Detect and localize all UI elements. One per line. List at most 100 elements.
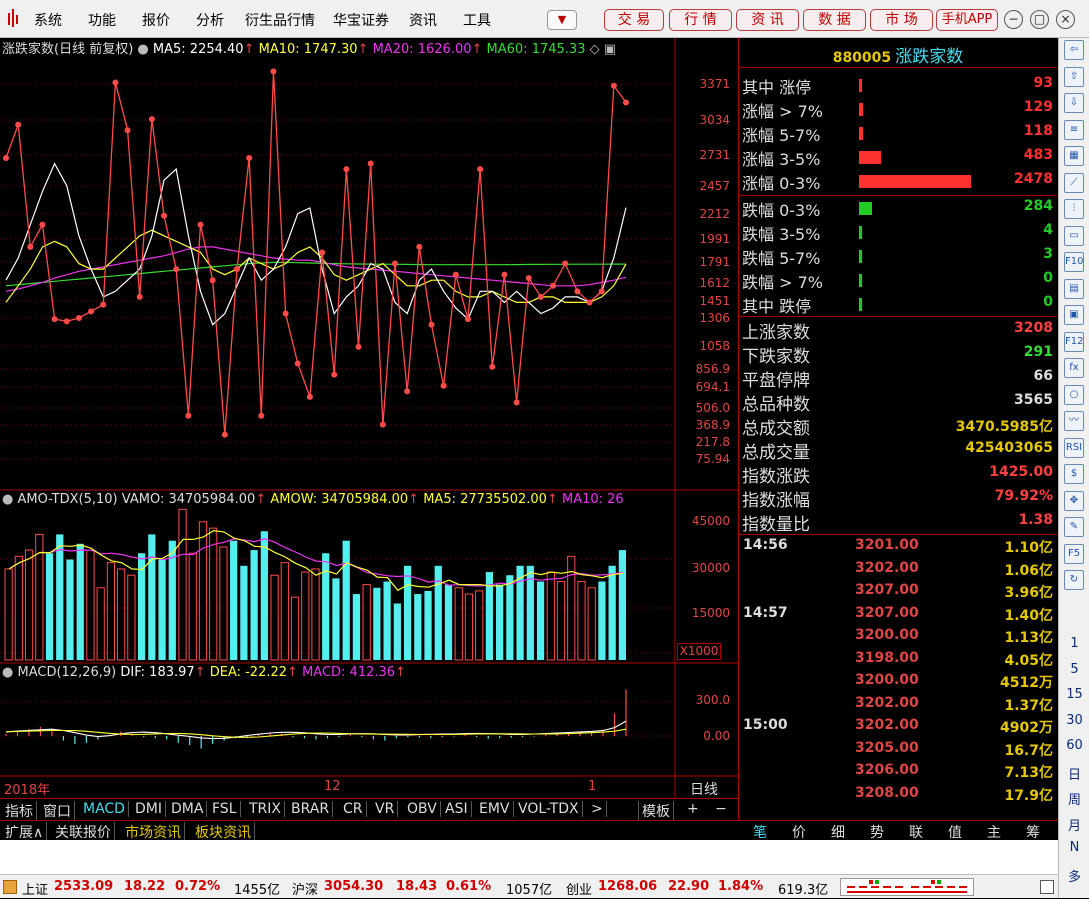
grid-icon[interactable]: ▦ bbox=[1064, 146, 1084, 166]
period-button[interactable]: 60 bbox=[1059, 738, 1089, 753]
tab-expand[interactable]: 扩展∧ bbox=[2, 822, 48, 842]
tick-price: 3200.00 bbox=[855, 627, 919, 643]
menu-tools[interactable]: 工具 bbox=[463, 10, 491, 30]
window-icon[interactable]: ▭ bbox=[1064, 225, 1084, 246]
stat-row: 总品种数 3565 bbox=[739, 390, 1057, 415]
line-chart-icon[interactable]: ⟋ bbox=[1064, 172, 1084, 193]
toggle-square-icon[interactable]: ▣ bbox=[604, 42, 616, 57]
settings-circle-icon[interactable]: ● bbox=[2, 665, 13, 680]
period-button[interactable]: 15 bbox=[1059, 687, 1089, 702]
tab-vr[interactable]: VR bbox=[372, 801, 399, 817]
tab-cr[interactable]: CR bbox=[340, 801, 367, 817]
fx-icon[interactable]: fx bbox=[1064, 358, 1084, 378]
tab-fsl[interactable]: FSL bbox=[209, 801, 241, 817]
dollar-icon[interactable]: $ bbox=[1064, 464, 1084, 484]
list-icon[interactable]: ≡ bbox=[1064, 119, 1084, 140]
tab-vol-tdx[interactable]: VOL-TDX bbox=[515, 801, 583, 817]
menu-quote[interactable]: 报价 bbox=[142, 10, 170, 30]
tab-obv[interactable]: OBV bbox=[404, 801, 441, 817]
period-button[interactable]: 5 bbox=[1059, 662, 1089, 677]
sh-name[interactable]: 上证 bbox=[22, 879, 48, 898]
tab-asi[interactable]: ASI bbox=[442, 801, 472, 817]
period-button[interactable]: N bbox=[1059, 840, 1089, 855]
minimize-icon[interactable]: − bbox=[1004, 10, 1023, 29]
zoom-in-button[interactable]: + bbox=[684, 801, 702, 817]
template-button[interactable]: 模板 bbox=[638, 801, 674, 821]
detail-tab[interactable]: 势 bbox=[859, 822, 895, 842]
wave-icon[interactable]: 〰 bbox=[1064, 411, 1084, 431]
period-button[interactable]: 多 bbox=[1059, 866, 1089, 885]
menu-analysis[interactable]: 分析 bbox=[196, 10, 224, 30]
menu-news[interactable]: 资讯 bbox=[409, 10, 437, 30]
news-button[interactable]: 资 讯 bbox=[736, 9, 799, 31]
tab-brar[interactable]: BRAR bbox=[288, 801, 334, 817]
arrow-down-icon[interactable]: ⇩ bbox=[1064, 93, 1084, 113]
tab-trix[interactable]: TRIX bbox=[246, 801, 285, 817]
tab-sector-news[interactable]: 板块资讯 bbox=[192, 822, 255, 842]
rsi-icon[interactable]: RSI bbox=[1064, 437, 1084, 458]
move-icon[interactable]: ✥ bbox=[1064, 490, 1084, 511]
refresh-icon[interactable]: ↻ bbox=[1064, 570, 1084, 590]
data-point bbox=[440, 382, 447, 389]
detail-tab[interactable]: 联 bbox=[898, 822, 934, 842]
mobile-app-button[interactable]: 手机APP bbox=[936, 9, 998, 31]
f10-icon[interactable]: F10 bbox=[1064, 252, 1084, 272]
doc-icon[interactable]: ▤ bbox=[1064, 278, 1084, 299]
period-label[interactable]: 日线 bbox=[690, 779, 718, 799]
detail-tab[interactable]: 价 bbox=[781, 822, 817, 842]
tab-emv[interactable]: EMV bbox=[476, 801, 514, 817]
f12-icon[interactable]: F12 bbox=[1064, 331, 1084, 352]
detail-tab[interactable]: 筹 bbox=[1015, 822, 1051, 842]
f5-icon[interactable]: F5 bbox=[1064, 543, 1084, 564]
detail-tab[interactable]: 细 bbox=[820, 822, 856, 842]
detail-tab[interactable]: 值 bbox=[937, 822, 973, 842]
data-point bbox=[343, 166, 350, 173]
tab-market-news[interactable]: 市场资讯 bbox=[122, 822, 185, 842]
tick-row: 3198.00 4.05亿 bbox=[739, 649, 1057, 671]
down-value: 0 bbox=[1043, 270, 1053, 286]
chart-area[interactable]: 涨跌家数(日线 前复权) ● MA5: 2254.40↑ MA10: 1747.… bbox=[0, 38, 738, 820]
tab-macd[interactable]: MACD bbox=[80, 801, 129, 817]
square-toggle-icon[interactable] bbox=[1040, 880, 1054, 894]
arrow-up-icon[interactable]: ⇧ bbox=[1064, 66, 1084, 87]
detail-tab[interactable]: 笔 bbox=[742, 822, 778, 842]
hs-name[interactable]: 沪深 bbox=[292, 879, 318, 898]
tab-indicator[interactable]: 指标 bbox=[2, 801, 37, 821]
tab-more-arrow[interactable]: > bbox=[588, 801, 607, 817]
close-icon[interactable]: × bbox=[1056, 10, 1075, 29]
pen-icon[interactable]: ✎ bbox=[1064, 517, 1084, 537]
menu-huabao[interactable]: 华宝证券 bbox=[333, 10, 389, 30]
maximize-icon[interactable]: □ bbox=[1030, 10, 1049, 29]
period-button[interactable]: 30 bbox=[1059, 713, 1089, 728]
market-button[interactable]: 市 场 bbox=[870, 9, 933, 31]
cy-name[interactable]: 创业 bbox=[566, 879, 592, 898]
mini-bar-chart-icon[interactable] bbox=[840, 878, 974, 896]
period-button[interactable]: 1 bbox=[1059, 636, 1089, 651]
arrow-left-icon[interactable]: ⇦ bbox=[1064, 40, 1084, 60]
candle-chart-icon[interactable]: ⫶ bbox=[1064, 199, 1084, 219]
tab-dma[interactable]: DMA bbox=[168, 801, 208, 817]
tab-window[interactable]: 窗口 bbox=[40, 801, 75, 821]
menu-system[interactable]: 系统 bbox=[34, 10, 62, 30]
menu-derivatives[interactable]: 衍生品行情 bbox=[245, 10, 315, 30]
detail-tab[interactable]: 主 bbox=[976, 822, 1012, 842]
circle-icon[interactable]: ○ bbox=[1064, 384, 1084, 405]
diamond-icon[interactable]: ◇ bbox=[590, 42, 600, 57]
period-button[interactable]: 月 bbox=[1059, 815, 1089, 834]
chart-canvas[interactable] bbox=[0, 38, 738, 798]
chevron-down-icon[interactable]: ▼ bbox=[547, 10, 577, 30]
ticker-icon[interactable] bbox=[3, 880, 17, 894]
settings-circle-icon[interactable]: ● bbox=[137, 42, 148, 57]
period-button[interactable]: 周 bbox=[1059, 789, 1089, 808]
tab-dmi[interactable]: DMI bbox=[132, 801, 166, 817]
settings-circle-icon[interactable]: ● bbox=[2, 492, 13, 507]
data-point bbox=[15, 121, 22, 128]
tab-related-quote[interactable]: 关联报价 bbox=[52, 822, 115, 842]
calendar-icon[interactable]: ▣ bbox=[1064, 305, 1084, 325]
zoom-out-button[interactable]: − bbox=[712, 801, 730, 817]
trade-button[interactable]: 交 易 bbox=[604, 9, 664, 31]
market-quote-button[interactable]: 行 情 bbox=[669, 9, 732, 31]
period-button[interactable]: 日 bbox=[1059, 764, 1089, 783]
data-button[interactable]: 数 据 bbox=[803, 9, 866, 31]
menu-function[interactable]: 功能 bbox=[88, 10, 116, 30]
